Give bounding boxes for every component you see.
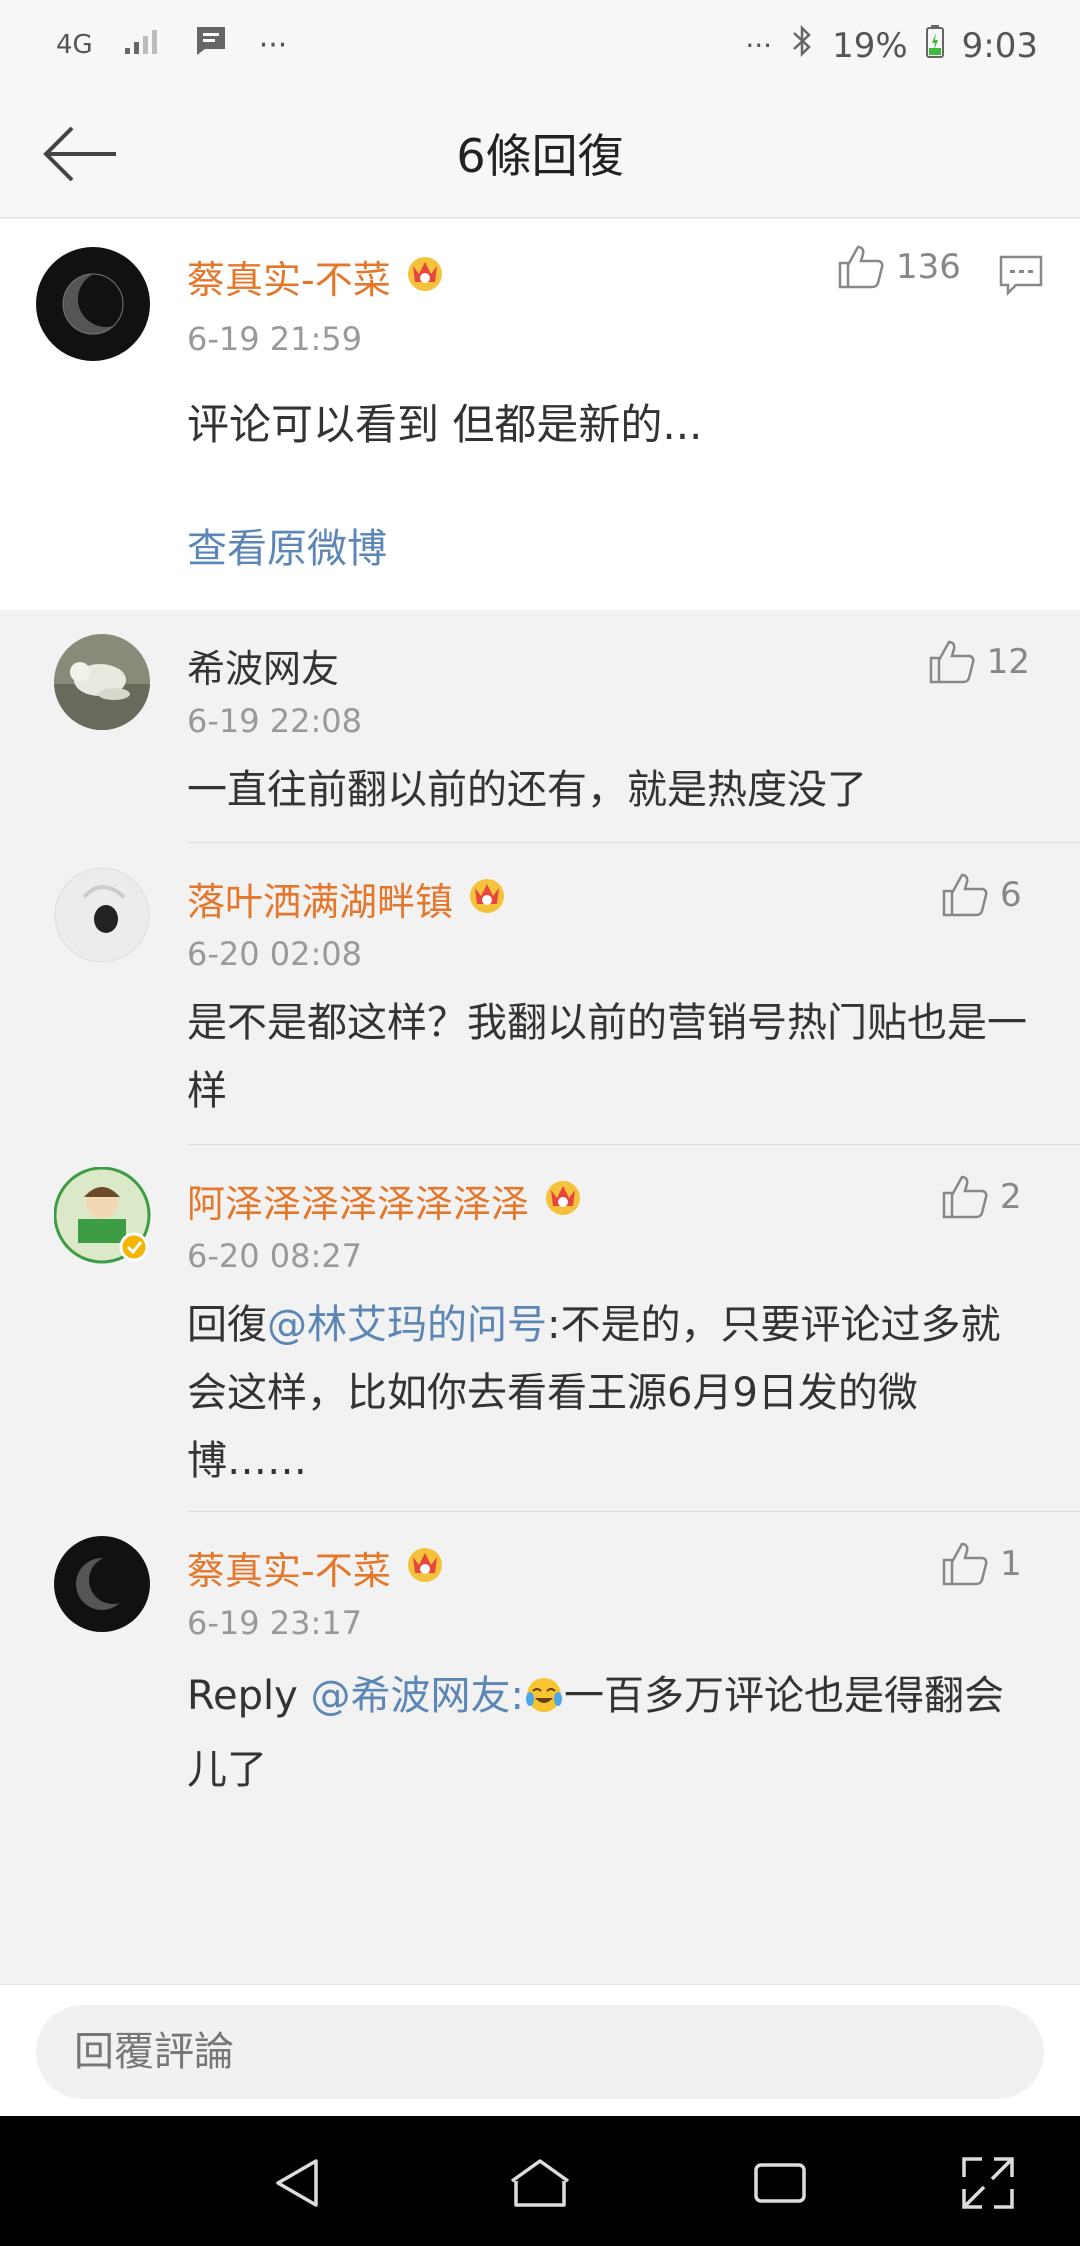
network-type: 4G: [56, 30, 93, 60]
avatar[interactable]: [54, 634, 150, 730]
system-nav-bar: [0, 2116, 1080, 2246]
comment-text: Reply @希波网友: 一百多万评论也是得翻会儿了: [187, 1662, 1037, 1804]
nav-recents-button[interactable]: [745, 2148, 815, 2218]
reply-item: 蔡真实-不菜 1 6-19 23:17 Reply @希波网友: 一百多万评论也是…: [0, 1512, 1080, 1802]
comment-text: 一直往前翻以前的还有，就是热度没了: [187, 767, 867, 813]
mention-colon: :: [510, 1673, 524, 1719]
like-count: 1: [1000, 1544, 1022, 1584]
comment-time: 6-19 23:17: [187, 1604, 363, 1642]
page-title: 6條回復: [456, 129, 624, 183]
avatar[interactable]: [36, 247, 150, 361]
nav-recents-icon: [754, 2163, 806, 2203]
comment-icon: [999, 255, 1043, 297]
nav-home-icon: [510, 2159, 570, 2207]
thumbs-up-icon: [942, 873, 988, 917]
vip-crown-icon: [403, 252, 447, 301]
like-button[interactable]: 2: [942, 1175, 1030, 1219]
like-count: 6: [1000, 875, 1022, 915]
avatar[interactable]: [54, 1536, 150, 1632]
author-name-text[interactable]: 蔡真实-不菜: [187, 1540, 391, 1595]
mention-link[interactable]: @林艾玛的问号: [267, 1302, 547, 1348]
comment-time: 6-19 22:08: [187, 702, 363, 740]
like-button[interactable]: 12: [929, 640, 1030, 684]
expand-icon: [962, 2157, 1014, 2209]
like-button[interactable]: 136: [838, 245, 961, 289]
status-bar: 4G ··· ··· 19% 9:03: [0, 0, 1080, 90]
reply-bar: [0, 1984, 1080, 2116]
author-name[interactable]: 蔡真实-不菜: [187, 249, 447, 304]
comment-text: 是不是都这样？我翻以前的营销号热门贴也是一样: [187, 1000, 1027, 1114]
nav-back-icon: [276, 2159, 318, 2207]
nav-back-button[interactable]: [265, 2148, 335, 2218]
laugh-cry-emoji-icon: [524, 1668, 564, 1736]
view-original-link[interactable]: 查看原微博: [187, 516, 387, 574]
reply-prefix: 回復: [187, 1302, 267, 1348]
avatar[interactable]: [54, 867, 150, 963]
message-notification-icon: [193, 24, 229, 66]
author-name[interactable]: 希波网友: [187, 638, 339, 693]
nav-expand-button[interactable]: [953, 2148, 1023, 2218]
signal-icon: [123, 26, 163, 64]
vip-crown-icon: [465, 874, 509, 923]
more-status-icon: ···: [745, 29, 773, 62]
comment-icon-button[interactable]: [998, 253, 1044, 301]
comment-time: 6-20 08:27: [187, 1237, 363, 1275]
like-button[interactable]: 6: [942, 873, 1030, 917]
author-name-text[interactable]: 蔡真实-不菜: [187, 249, 391, 304]
like-count: 136: [896, 247, 961, 287]
clock: 9:03: [961, 25, 1038, 66]
root-comment: 蔡真实-不菜 6-19 21:59 136 评论可以看到 但都是新的... 查看…: [0, 219, 1080, 610]
vip-crown-icon: [541, 1176, 585, 1225]
nav-home-button[interactable]: [505, 2148, 575, 2218]
reply-input[interactable]: [36, 2005, 1044, 2099]
author-name[interactable]: 落叶洒满湖畔镇: [187, 871, 509, 926]
thumbs-up-icon: [838, 245, 884, 289]
thumbs-up-icon: [929, 640, 975, 684]
app-header: 6條回復: [0, 90, 1080, 218]
reply-item: 希波网友 12 6-19 22:08 一直往前翻以前的还有，就是热度没了: [0, 610, 1080, 843]
like-button[interactable]: 1: [942, 1542, 1030, 1586]
thumbs-up-icon: [942, 1542, 988, 1586]
avatar[interactable]: [53, 1166, 151, 1264]
reply-item: 落叶洒满湖畔镇 6 6-20 02:08 是不是都这样？我翻以前的营销号热门贴也…: [0, 843, 1080, 1145]
comment-time: 6-19 21:59: [187, 320, 363, 358]
vip-crown-icon: [403, 1543, 447, 1592]
author-name-text[interactable]: 落叶洒满湖畔镇: [187, 871, 453, 926]
thumbs-up-icon: [942, 1175, 988, 1219]
battery-icon: [925, 24, 944, 67]
like-count: 2: [1000, 1177, 1022, 1217]
mention-link[interactable]: @希波网友: [311, 1673, 511, 1719]
reply-item: 阿泽泽泽泽泽泽泽泽 2 6-20 08:27 回復@林艾玛的问号:不是的，只要评…: [0, 1145, 1080, 1512]
more-notifications-icon: ···: [258, 27, 288, 63]
comment-text: 评论可以看到 但都是新的...: [187, 400, 703, 449]
reply-prefix: Reply: [187, 1673, 311, 1719]
author-name-text[interactable]: 阿泽泽泽泽泽泽泽泽: [187, 1173, 529, 1228]
bluetooth-icon: [790, 24, 814, 67]
author-name[interactable]: 蔡真实-不菜: [187, 1540, 447, 1595]
comment-time: 6-20 02:08: [187, 935, 363, 973]
like-count: 12: [986, 642, 1030, 682]
comment-text: 回復@林艾玛的问号:不是的，只要评论过多就会这样，比如你去看看王源6月9日发的微…: [187, 1291, 1037, 1495]
battery-percent: 19%: [832, 25, 908, 66]
author-name[interactable]: 阿泽泽泽泽泽泽泽泽: [187, 1173, 585, 1228]
